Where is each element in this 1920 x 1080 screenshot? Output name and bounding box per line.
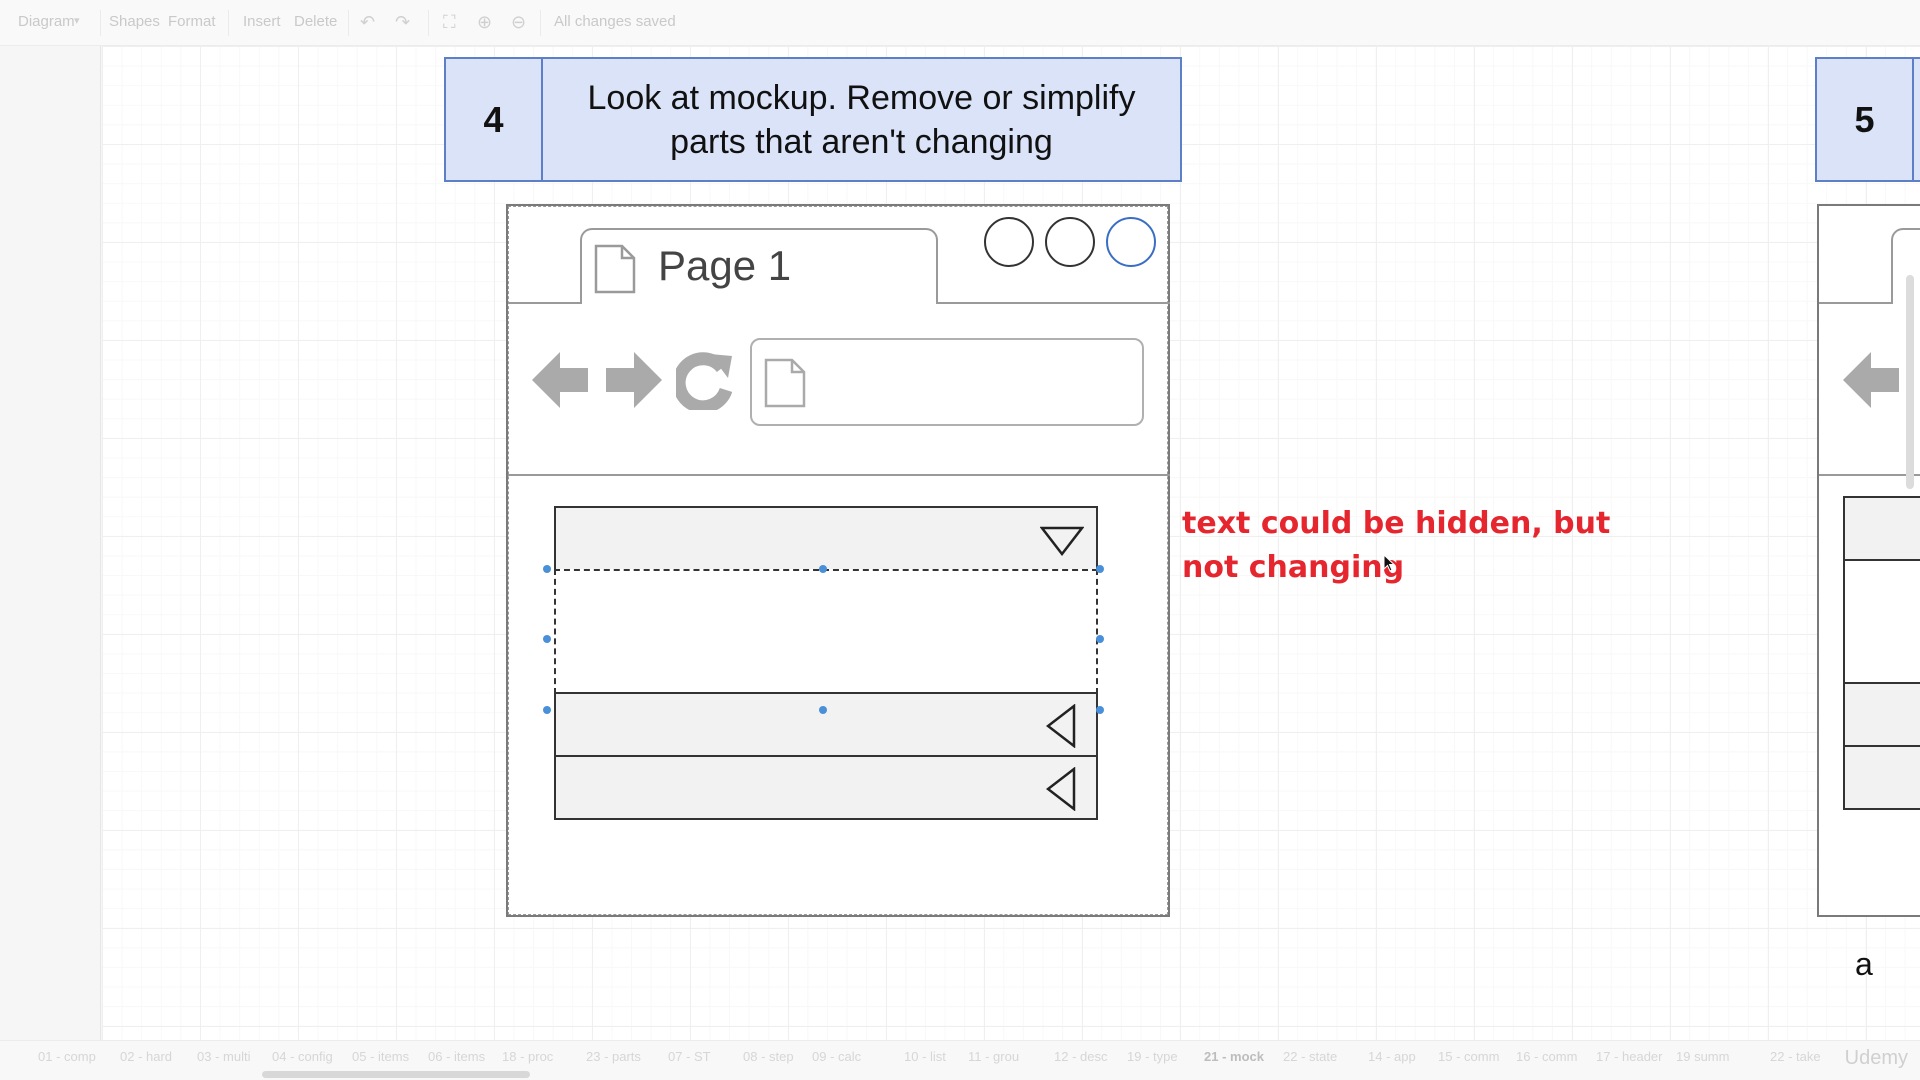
save-status: All changes saved <box>554 13 676 30</box>
page-tab[interactable]: 03 - multi <box>197 1049 250 1064</box>
back-arrow-icon[interactable] <box>532 350 590 410</box>
page-tab[interactable]: 23 - parts <box>586 1049 641 1064</box>
accordion-header-collapsed[interactable] <box>1843 745 1920 810</box>
page-tab[interactable]: 06 - items <box>428 1049 485 1064</box>
insert-button[interactable]: Insert <box>243 13 281 30</box>
selection-handle[interactable] <box>819 706 827 714</box>
toolbar-divider <box>428 10 429 36</box>
delete-button[interactable]: Delete <box>294 13 337 30</box>
window-control-maximize[interactable] <box>1045 217 1095 267</box>
annotation-note-line-1: text could be hidden, but <box>1182 506 1611 541</box>
page-icon <box>594 244 636 294</box>
browser-mockup[interactable]: Page 1 <box>506 204 1170 917</box>
toolbar-divider <box>228 10 229 36</box>
page-tab[interactable]: 01 - comp <box>38 1049 96 1064</box>
browser-tab[interactable]: Page 1 <box>580 228 938 304</box>
selection-handle[interactable] <box>543 565 551 573</box>
format-button[interactable]: Format <box>168 13 216 30</box>
page-tab[interactable]: 16 - comm <box>1516 1049 1577 1064</box>
toolbar-divider <box>348 10 349 36</box>
shapes-button[interactable]: Shapes <box>109 13 160 30</box>
window-control-close[interactable] <box>1106 217 1156 267</box>
page-tab[interactable]: 11 - grou <box>968 1049 1019 1064</box>
step-number: 4 <box>446 59 543 180</box>
page-icon <box>764 358 806 408</box>
toolbar-separator <box>508 474 1170 476</box>
redo-icon[interactable]: ↷ <box>395 12 410 33</box>
selection-handle[interactable] <box>543 706 551 714</box>
accordion-content[interactable] <box>1843 559 1920 684</box>
page-tab[interactable]: 14 - app <box>1368 1049 1416 1064</box>
address-bar[interactable] <box>750 338 1144 426</box>
page-tab[interactable]: 22 - take <box>1770 1049 1821 1064</box>
horizontal-scrollbar[interactable] <box>262 1071 530 1078</box>
selection-handle[interactable] <box>819 565 827 573</box>
tab-baseline <box>936 302 1170 304</box>
undo-icon[interactable]: ↶ <box>360 12 375 33</box>
annotation-note[interactable]: text could be hidden, but not changing <box>1182 502 1610 590</box>
triangle-down-icon <box>1040 526 1084 556</box>
tab-baseline <box>1819 302 1893 304</box>
selection-handle[interactable] <box>1096 706 1104 714</box>
selection-handle[interactable] <box>1096 635 1104 643</box>
selection-handle[interactable] <box>543 635 551 643</box>
zoom-in-icon[interactable]: ⊕ <box>477 12 492 33</box>
tab-label: Page 1 <box>658 242 792 289</box>
page-tab-active[interactable]: 21 - mock <box>1204 1049 1264 1064</box>
accordion-header-collapsed[interactable] <box>554 692 1098 757</box>
tab-baseline <box>508 302 582 304</box>
mouse-cursor-icon <box>1383 554 1395 572</box>
diagram-menu[interactable]: Diagram <box>18 13 75 30</box>
step-5-header[interactable]: 5 <box>1815 57 1920 182</box>
zoom-out-icon[interactable]: ⊖ <box>511 12 526 33</box>
accordion-header-collapsed[interactable] <box>554 755 1098 820</box>
page-tab[interactable]: 10 - list <box>904 1049 946 1064</box>
vertical-scrollbar[interactable] <box>1906 275 1914 489</box>
accordion-content[interactable] <box>554 569 1098 694</box>
toolbar-separator <box>1819 474 1920 476</box>
diagram-canvas[interactable]: 4 Look at mockup. Remove or simplify par… <box>102 46 1920 1040</box>
page-tab[interactable]: 08 - step <box>743 1049 794 1064</box>
page-tab[interactable]: 19 summ <box>1676 1049 1729 1064</box>
step-description-line-1: Look at mockup. Remove or simplify <box>587 78 1136 117</box>
page-tab[interactable]: 17 - header <box>1596 1049 1663 1064</box>
step-description: Look at mockup. Remove or simplify parts… <box>543 59 1180 180</box>
triangle-left-icon <box>1046 767 1076 811</box>
page-tab[interactable]: 18 - proc <box>502 1049 553 1064</box>
page-tab[interactable]: 12 - desc <box>1054 1049 1107 1064</box>
browser-mockup-next[interactable] <box>1817 204 1920 917</box>
step-number: 5 <box>1817 59 1914 180</box>
accordion-header-collapsed[interactable] <box>1843 682 1920 747</box>
accordion-header-expanded[interactable] <box>554 506 1098 571</box>
reload-icon[interactable] <box>676 352 732 410</box>
fullscreen-icon[interactable]: ⛶ <box>443 12 456 33</box>
page-tabs-bar: 01 - comp 02 - hard 03 - multi 04 - conf… <box>0 1040 1920 1080</box>
window-control-minimize[interactable] <box>984 217 1034 267</box>
selection-handle[interactable] <box>1096 565 1104 573</box>
stray-text: a <box>1855 946 1873 982</box>
toolbar-divider <box>100 10 101 36</box>
page-tab[interactable]: 05 - items <box>352 1049 409 1064</box>
page-tab[interactable]: 02 - hard <box>120 1049 172 1064</box>
page-tab[interactable]: 22 - state <box>1283 1049 1337 1064</box>
annotation-note-line-2: not changing <box>1182 550 1405 585</box>
page-tab[interactable]: 19 - type <box>1127 1049 1178 1064</box>
accordion-header-expanded[interactable] <box>1843 496 1920 561</box>
step-4-header[interactable]: 4 Look at mockup. Remove or simplify par… <box>444 57 1182 182</box>
toolbar: Diagram ▾ Shapes Format Insert Delete ↶ … <box>0 0 1920 46</box>
forward-arrow-icon[interactable] <box>604 350 662 410</box>
toolbar-divider <box>540 10 541 36</box>
page-tab[interactable]: 07 - ST <box>668 1049 711 1064</box>
triangle-left-icon <box>1046 704 1076 748</box>
page-tab[interactable]: 04 - config <box>272 1049 333 1064</box>
page-tab-list: 01 - comp 02 - hard 03 - multi 04 - conf… <box>0 1049 1920 1069</box>
page-tab[interactable]: 15 - comm <box>1438 1049 1499 1064</box>
chevron-down-icon: ▾ <box>74 15 80 27</box>
step-description-line-2: parts that aren't changing <box>670 122 1053 161</box>
back-arrow-icon[interactable] <box>1843 350 1901 410</box>
shapes-sidebar <box>0 46 101 1040</box>
page-tab[interactable]: 09 - calc <box>812 1049 861 1064</box>
watermark-logo: Udemy <box>1844 1047 1908 1069</box>
